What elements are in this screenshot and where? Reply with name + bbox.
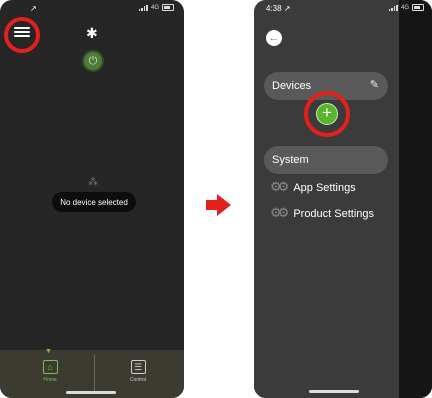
back-arrow-icon: ← xyxy=(268,32,280,44)
signal-icon xyxy=(138,4,148,11)
dimmed-background[interactable]: 4G xyxy=(388,0,432,398)
signal-icon xyxy=(388,4,398,11)
phone-screen-home: ↗ 4G ✱ ⏻ ⁂ No device selected ▼ ⌂ Home ☰… xyxy=(0,0,184,398)
menu-item-product-settings[interactable]: ⚙⚙ Product Settings xyxy=(270,206,374,221)
right-arrow-icon xyxy=(206,194,232,216)
home-icon: ⌂ xyxy=(42,360,58,374)
loading-spinner-icon: ⁂ xyxy=(88,177,98,188)
system-label: System xyxy=(272,154,309,166)
highlight-ring-menu xyxy=(4,17,40,53)
tab-control-label: Control xyxy=(129,377,147,383)
tab-divider xyxy=(94,355,95,393)
status-time: ↗ xyxy=(30,4,37,13)
home-indicator xyxy=(66,391,116,394)
status-bar-right: 4G xyxy=(138,4,174,11)
edit-pencil-icon[interactable]: ✎ xyxy=(370,78,379,91)
menu-item-app-settings[interactable]: ⚙⚙ App Settings xyxy=(270,180,356,195)
network-label: 4G xyxy=(400,4,409,11)
tab-control[interactable]: ☰ Control xyxy=(118,358,158,392)
active-tab-indicator-icon: ▼ xyxy=(45,348,52,355)
home-indicator xyxy=(309,390,359,393)
menu-item-label: App Settings xyxy=(293,181,356,194)
tab-home[interactable]: ⌂ Home xyxy=(30,358,70,392)
phone-screen-menu: 4:38 ↗ ← Devices ✎ + System ⚙⚙ App Setti… xyxy=(254,0,432,398)
status-bar-right: 4G xyxy=(388,4,424,11)
battery-icon xyxy=(162,4,174,11)
gears-icon: ⚙⚙ xyxy=(270,206,289,221)
gears-icon: ⚙⚙ xyxy=(270,180,289,195)
no-device-toast: No device selected xyxy=(52,192,136,212)
status-time: 4:38 ↗ xyxy=(266,4,291,13)
power-button[interactable]: ⏻ xyxy=(82,50,104,72)
tab-home-label: Home xyxy=(43,377,57,383)
side-drawer: 4:38 ↗ ← Devices ✎ + System ⚙⚙ App Setti… xyxy=(254,0,399,398)
highlight-ring-add xyxy=(304,91,350,137)
menu-item-label: Product Settings xyxy=(293,207,375,220)
sliders-icon: ☰ xyxy=(130,360,146,374)
power-icon: ⏻ xyxy=(88,54,98,67)
bluetooth-icon: ✱ xyxy=(86,26,98,42)
system-header: System xyxy=(264,146,388,174)
back-button[interactable]: ← xyxy=(266,30,282,46)
network-label: 4G xyxy=(150,4,159,11)
tab-bar: ▼ ⌂ Home ☰ Control xyxy=(0,348,184,398)
battery-icon xyxy=(412,4,424,11)
devices-label: Devices xyxy=(272,80,312,92)
